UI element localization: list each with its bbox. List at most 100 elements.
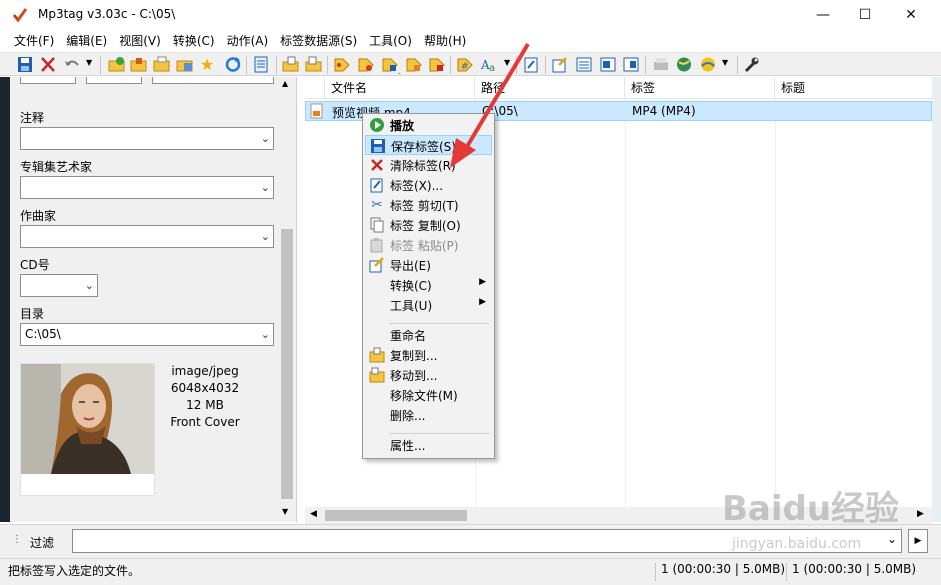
menu-item-tag-cut[interactable]: ✂ 标签 剪切(T) <box>365 195 492 215</box>
freedb-icon[interactable] <box>652 56 670 73</box>
paste-icon <box>370 238 383 253</box>
disc-number-field[interactable]: ⌄ <box>20 274 98 297</box>
status-bar: 把标签写入选定的文件。 1 (00:00:30 | 5.0MB) 1 (00:0… <box>0 558 941 585</box>
menu-item-tag-edit[interactable]: 标签(X)... <box>365 175 492 195</box>
folder-icon[interactable] <box>153 56 171 73</box>
tag-tag-icon[interactable] <box>381 56 399 73</box>
folder-copy-icon <box>369 347 385 363</box>
scroll-up-icon[interactable]: ▲ <box>282 79 288 88</box>
title-bar: Mp3tag v3.03c - C:\05\ — ☐ ✕ <box>0 0 941 30</box>
file-tag-icon[interactable] <box>357 56 375 73</box>
cover-info: image/jpeg 6048x4032 12 MB Front Cover <box>160 363 250 431</box>
tag-panel: 注释 ⌄ 专辑集艺术家 ⌄ 作曲家 ⌄ CD号 ⌄ 目录 C:\05\ ⌄ ima… <box>0 77 297 522</box>
chevron-down-icon: ⌄ <box>260 230 270 243</box>
copy-icon <box>370 217 384 233</box>
report-icon[interactable] <box>622 56 640 73</box>
folder-open-icon[interactable] <box>130 56 148 73</box>
column-header-icon[interactable] <box>305 77 325 99</box>
menu-tag-sources[interactable]: 标签数据源(S) <box>274 31 363 51</box>
cover-art-image <box>21 364 154 474</box>
menu-separator <box>389 433 489 434</box>
chevron-down-icon[interactable]: ▼ <box>722 58 728 67</box>
menu-item-copy-to[interactable]: 复制到... <box>365 345 492 365</box>
file-list-header: 文件名 ˆ 路径 标签 标题 <box>305 73 932 99</box>
menu-view[interactable]: 视图(V) <box>113 31 167 51</box>
composer-field[interactable]: ⌄ <box>20 225 274 248</box>
star-icon[interactable]: ★ <box>200 56 218 73</box>
close-button[interactable]: ✕ <box>888 0 934 30</box>
chevron-down-icon: ⌄ <box>260 132 270 145</box>
video-file-icon <box>310 103 323 119</box>
scroll-down-icon[interactable]: ▼ <box>282 507 288 516</box>
menu-separator <box>389 323 489 324</box>
delete-icon <box>371 159 383 171</box>
field-label-disc-number: CD号 <box>20 258 50 272</box>
column-header-tag[interactable]: 标签 <box>625 77 775 99</box>
playlist-export-icon[interactable] <box>599 56 617 73</box>
window-title: Mp3tag v3.03c - C:\05\ <box>38 7 176 21</box>
menu-actions[interactable]: 动作(A) <box>221 31 275 51</box>
menu-item-tag-copy[interactable]: 标签 复制(O) <box>365 215 492 235</box>
cover-dimensions: 6048x4032 <box>170 381 240 395</box>
resize-grip-icon: ⋮ <box>12 534 22 545</box>
column-header-title[interactable]: 标题 <box>775 77 932 99</box>
folder-add-icon[interactable] <box>108 56 126 73</box>
playlist-icon[interactable] <box>575 56 593 73</box>
field-box-top-1[interactable] <box>20 77 76 84</box>
tag-file-icon[interactable] <box>333 56 351 73</box>
scissors-icon: ✂ <box>371 197 383 213</box>
filter-label: 过滤 <box>30 536 55 550</box>
menu-item-export[interactable]: 导出(E) <box>365 255 492 275</box>
menu-file[interactable]: 文件(F) <box>8 31 60 51</box>
scroll-right-icon[interactable]: ▶ <box>917 509 924 519</box>
cover-size: 12 MB <box>186 398 224 412</box>
baidu-jingyan-watermark: Baidu经验 jingyan.baidu.com <box>722 489 899 552</box>
folder-move-icon[interactable] <box>305 56 323 73</box>
directory-field[interactable]: C:\05\ ⌄ <box>20 323 274 346</box>
status-message: 把标签写入选定的文件。 <box>8 564 141 578</box>
tag-source-icon[interactable] <box>699 56 717 73</box>
wrench-icon[interactable] <box>743 56 761 73</box>
menu-convert[interactable]: 转换(C) <box>167 31 221 51</box>
hscroll-thumb[interactable] <box>325 510 467 521</box>
maximize-button[interactable]: ☐ <box>842 0 888 30</box>
sort-ascending-icon: ˆ <box>397 73 402 83</box>
menu-tools[interactable]: 工具(O) <box>363 31 418 51</box>
field-box-top-2[interactable] <box>86 77 142 84</box>
undo-icon[interactable] <box>63 56 81 73</box>
left-panel-scroll-thumb[interactable] <box>281 229 293 499</box>
export-icon[interactable] <box>551 56 569 73</box>
menu-item-rename[interactable]: 重命名 <box>365 325 492 345</box>
album-artist-field[interactable]: ⌄ <box>20 176 274 199</box>
red-annotation-arrow <box>450 42 530 168</box>
comment-field[interactable]: ⌄ <box>20 127 274 150</box>
submenu-arrow-icon: ▶ <box>479 277 486 287</box>
delete-icon[interactable] <box>39 56 57 73</box>
scroll-left-icon[interactable]: ◀ <box>310 509 317 519</box>
menu-item-remove-file[interactable]: 移除文件(M) <box>365 385 492 405</box>
menu-item-properties[interactable]: 属性... <box>365 435 492 455</box>
submenu-arrow-icon: ▶ <box>479 297 486 307</box>
field-box-top-3[interactable] <box>152 77 274 84</box>
menu-edit[interactable]: 编辑(E) <box>60 31 113 51</box>
menu-item-delete[interactable]: 删除... <box>365 405 492 425</box>
cover-type: Front Cover <box>170 415 240 429</box>
menu-item-tools[interactable]: 工具(U) ▶ <box>365 295 492 315</box>
minimize-button[interactable]: — <box>800 0 846 30</box>
play-icon <box>370 118 384 132</box>
file-tag-cell: MP4 (MP4) <box>632 104 696 118</box>
chevron-down-icon: ⌄ <box>260 328 270 341</box>
cover-art[interactable] <box>20 363 155 496</box>
status-selection: 1 (00:00:30 | 5.0MB) <box>661 562 786 576</box>
folder-image-icon[interactable] <box>176 56 194 73</box>
list-icon[interactable] <box>252 56 270 73</box>
refresh-icon[interactable] <box>224 56 242 73</box>
folder-copy-icon[interactable] <box>282 56 300 73</box>
web-source-icon[interactable] <box>675 56 693 73</box>
menu-item-tag-paste[interactable]: 标签 粘贴(P) <box>365 235 492 255</box>
save-icon[interactable] <box>16 56 34 73</box>
chevron-down-icon[interactable]: ▼ <box>86 58 92 67</box>
save-icon <box>371 139 385 153</box>
menu-item-convert[interactable]: 转换(C) ▶ <box>365 275 492 295</box>
menu-item-move-to[interactable]: 移动到... <box>365 365 492 385</box>
